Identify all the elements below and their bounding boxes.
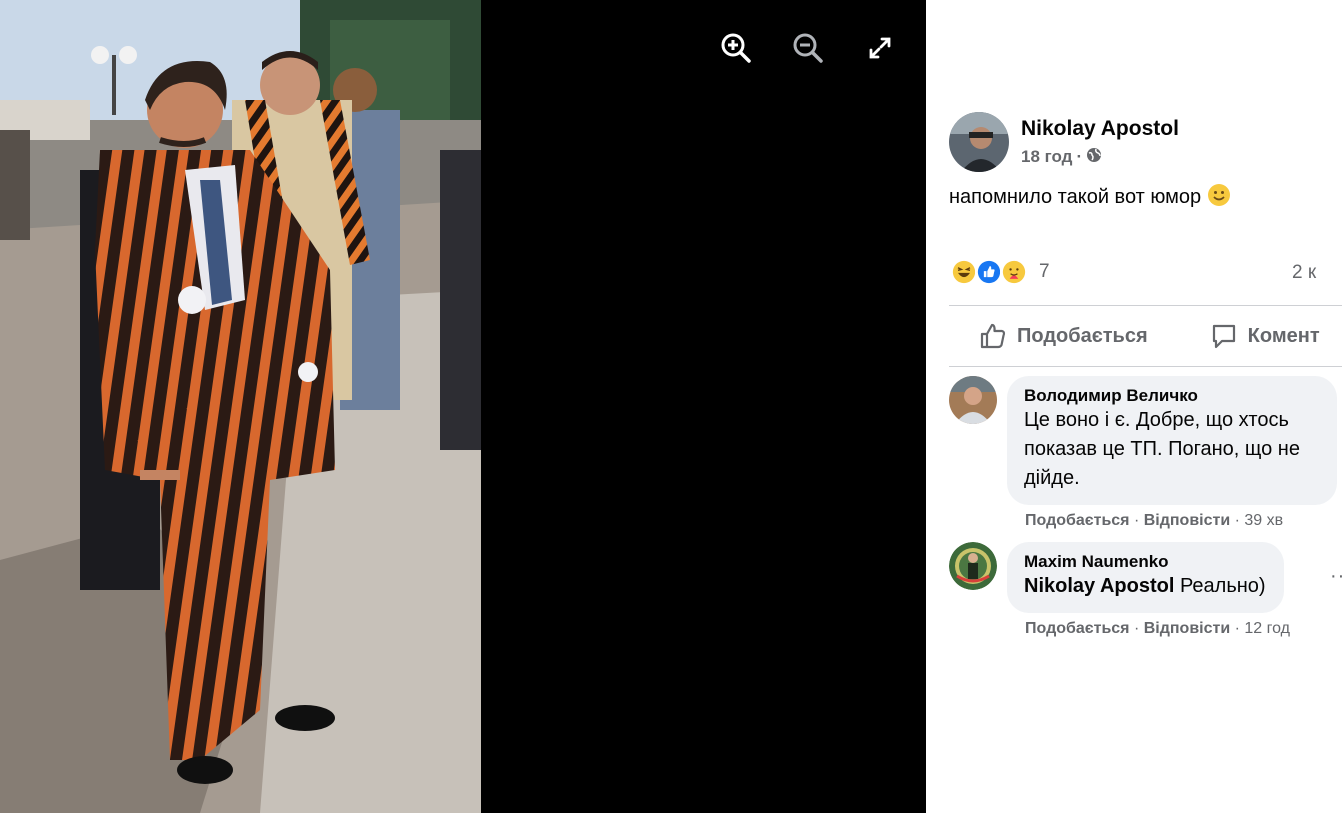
- post-panel: Nikolay Apostol 18 год · напомнило такой…: [926, 0, 1342, 813]
- meta-separator: ·: [1076, 147, 1083, 166]
- post-time[interactable]: 18 год: [1021, 147, 1072, 167]
- comment-text: Це воно і є. Добре, що хтось показав це …: [1024, 409, 1300, 489]
- comment-author[interactable]: Володимир Величко: [1024, 386, 1319, 406]
- haha-reaction-icon: [950, 258, 978, 286]
- like-reaction-icon: [975, 258, 1003, 286]
- post-header: Nikolay Apostol 18 год ·: [949, 112, 1179, 172]
- reaction-summary[interactable]: 7: [950, 258, 1050, 286]
- commenter-avatar[interactable]: [949, 542, 997, 590]
- divider: [949, 366, 1342, 367]
- comment-bubble: Володимир Величко Це воно і є. Добре, що…: [1007, 376, 1337, 505]
- comments-count[interactable]: 2 к: [1292, 262, 1316, 284]
- comment-bubble: Maxim Naumenko Nikolay Apostol Реально): [1007, 542, 1284, 613]
- post-actions: Подобається Комент: [949, 307, 1342, 365]
- comment-text: Nikolay Apostol Реально): [1024, 575, 1266, 597]
- like-label: Подобається: [1017, 324, 1148, 347]
- smiley-icon: [1207, 183, 1231, 213]
- comment-actions: Подобається · Відповісти · 12 год: [1025, 620, 1291, 637]
- author-name[interactable]: Nikolay Apostol: [1021, 117, 1179, 141]
- author-avatar[interactable]: [949, 112, 1009, 172]
- commenter-avatar[interactable]: [949, 376, 997, 424]
- comment-reply-button[interactable]: Відповісти: [1144, 620, 1230, 637]
- zoom-out-icon[interactable]: [788, 28, 828, 68]
- reaction-count: 7: [1039, 261, 1050, 282]
- comment-mention[interactable]: Nikolay Apostol: [1024, 575, 1174, 597]
- comment-label: Комент: [1247, 324, 1320, 347]
- post-photo[interactable]: [0, 0, 481, 813]
- comment-time[interactable]: 12 год: [1244, 620, 1290, 637]
- comment: Володимир Величко Це воно і є. Добре, що…: [949, 376, 1337, 505]
- comment-author[interactable]: Maxim Naumenko: [1024, 552, 1266, 572]
- zoom-in-icon[interactable]: [716, 28, 756, 68]
- comment-reply-button[interactable]: Відповісти: [1144, 512, 1230, 529]
- comment-button[interactable]: Комент: [1210, 322, 1320, 350]
- globe-icon: [1086, 147, 1102, 168]
- comment-like-button[interactable]: Подобається: [1025, 512, 1130, 529]
- like-icon: [980, 323, 1006, 349]
- comment-actions: Подобається · Відповісти · 39 хв: [1025, 512, 1284, 529]
- comment-like-button[interactable]: Подобається: [1025, 620, 1130, 637]
- fullscreen-icon[interactable]: [860, 28, 900, 68]
- viewer-controls: [716, 28, 900, 68]
- comment-time[interactable]: 39 хв: [1244, 512, 1283, 529]
- comment-options-icon[interactable]: ··: [1330, 565, 1342, 588]
- divider: [949, 305, 1342, 306]
- post-text: напомнило такой вот юмор: [949, 183, 1231, 213]
- comment-icon: [1212, 324, 1235, 349]
- comment: Maxim Naumenko Nikolay Apostol Реально): [949, 542, 1284, 613]
- like-button[interactable]: Подобається: [979, 322, 1148, 350]
- post-meta: 18 год ·: [1021, 147, 1179, 168]
- care-reaction-icon: [1000, 258, 1028, 286]
- photo-viewer: [0, 0, 926, 813]
